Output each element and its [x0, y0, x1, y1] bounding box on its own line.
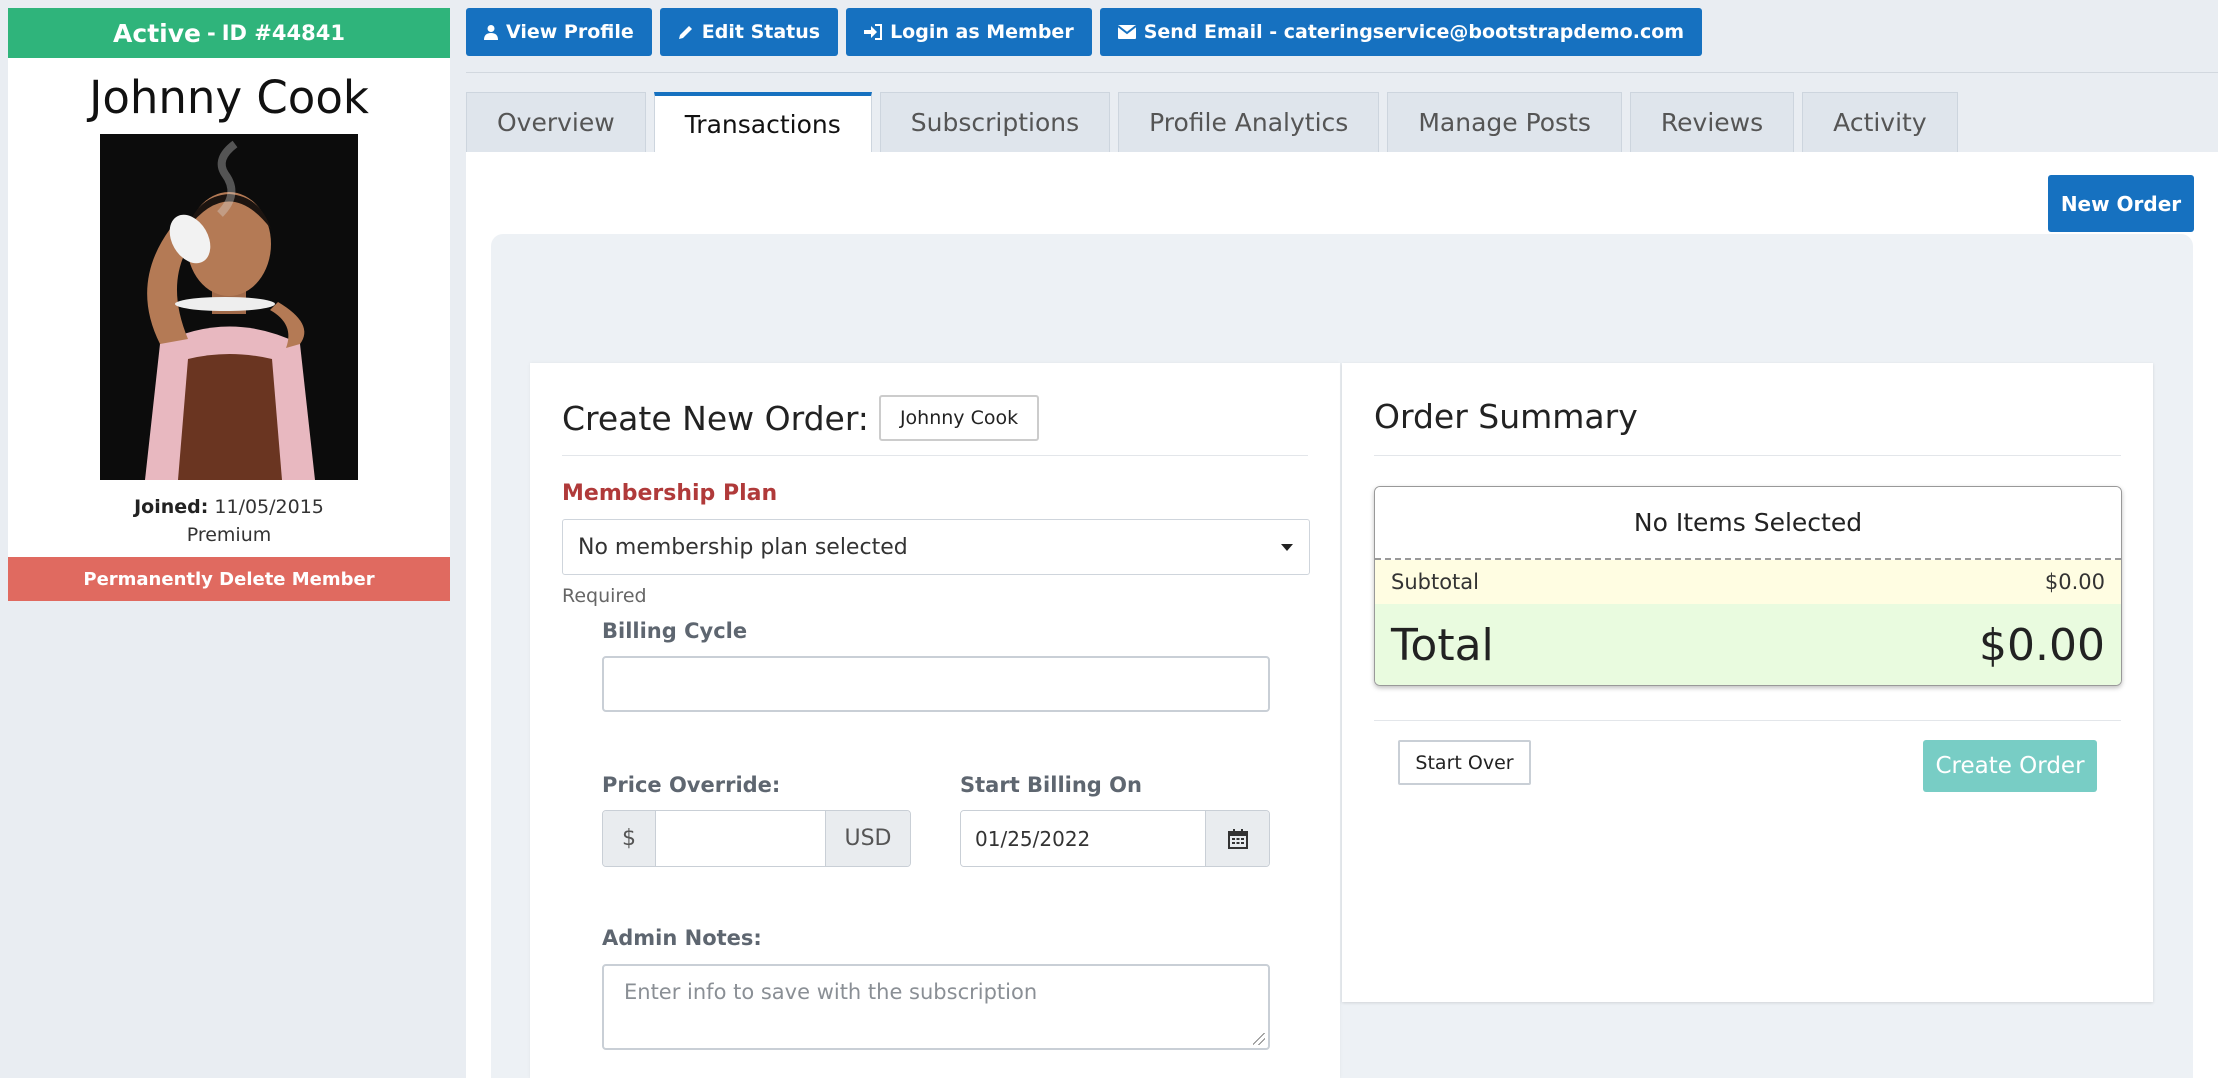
tab-manage-posts[interactable]: Manage Posts: [1387, 92, 1622, 152]
tab-subscriptions[interactable]: Subscriptions: [879, 92, 1111, 152]
view-profile-button[interactable]: View Profile: [466, 8, 652, 56]
member-sidebar: Active - ID #44841 Johnny Cook Joined: 1…: [8, 8, 450, 601]
price-override-group: $ USD: [602, 810, 911, 867]
billing-cycle-input[interactable]: [602, 656, 1270, 712]
admin-notes-textarea[interactable]: Enter info to save with the subscription: [602, 964, 1270, 1050]
calendar-icon[interactable]: [1206, 811, 1269, 866]
edit-status-button[interactable]: Edit Status: [659, 8, 839, 56]
total-label: Total: [1391, 620, 1494, 671]
divider: [466, 72, 2218, 73]
currency-symbol: $: [603, 811, 655, 866]
start-billing-label: Start Billing On: [960, 773, 1142, 797]
admin-notes-label: Admin Notes:: [602, 926, 762, 950]
required-note: Required: [562, 585, 647, 607]
divider: [1374, 720, 2121, 721]
tab-activity[interactable]: Activity: [1802, 92, 1958, 152]
total-value: $0.00: [1979, 620, 2105, 671]
envelope-icon: [1117, 25, 1136, 39]
member-plan-level: Premium: [186, 524, 272, 546]
start-billing-group: 01/25/2022: [960, 810, 1270, 867]
membership-plan-label: Membership Plan: [562, 481, 778, 506]
order-summary-title: Order Summary: [1374, 397, 1638, 436]
resize-grip-icon[interactable]: [1253, 1033, 1265, 1045]
start-over-button[interactable]: Start Over: [1398, 740, 1531, 785]
subtotal-row: Subtotal $0.00: [1375, 560, 2121, 604]
tab-reviews[interactable]: Reviews: [1629, 92, 1795, 152]
start-billing-input[interactable]: 01/25/2022: [961, 811, 1206, 866]
divider: [1374, 455, 2121, 456]
order-summary-box: No Items Selected Subtotal $0.00 Total $…: [1374, 486, 2122, 686]
create-order-button[interactable]: Create Order: [1923, 740, 2097, 792]
divider: [562, 455, 1308, 456]
delete-member-button[interactable]: Permanently Delete Member: [8, 557, 450, 601]
subtotal-label: Subtotal: [1391, 570, 1479, 594]
currency-code: USD: [826, 811, 910, 866]
status-bar: Active - ID #44841: [8, 8, 450, 58]
price-override-label: Price Override:: [602, 773, 781, 797]
member-id: ID #44841: [221, 21, 345, 45]
tab-profile-analytics[interactable]: Profile Analytics: [1118, 92, 1380, 152]
joined-info: Joined: 11/05/2015: [8, 496, 450, 518]
membership-plan-select[interactable]: No membership plan selected: [562, 519, 1310, 575]
login-as-member-button[interactable]: Login as Member: [846, 8, 1092, 56]
price-override-input[interactable]: [655, 811, 826, 866]
admin-notes-placeholder: Enter info to save with the subscription: [624, 980, 1038, 1004]
caret-down-icon: [1281, 544, 1293, 551]
profile-tabs: Overview Transactions Subscriptions Prof…: [466, 92, 1958, 152]
member-photo: [100, 134, 358, 480]
new-order-button[interactable]: New Order: [2048, 175, 2194, 232]
user-icon: [484, 24, 498, 40]
no-items-message: No Items Selected: [1375, 487, 2121, 560]
status-label: Active: [113, 18, 201, 48]
order-summary-card: Order Summary No Items Selected Subtotal…: [1342, 363, 2153, 1002]
sign-in-icon: [864, 24, 883, 40]
subtotal-value: $0.00: [2044, 570, 2105, 594]
member-photo-image: [100, 134, 358, 480]
send-email-button[interactable]: Send Email - cateringservice@bootstrapde…: [1099, 8, 1703, 56]
billing-cycle-label: Billing Cycle: [602, 619, 748, 643]
member-name: Johnny Cook: [89, 71, 369, 124]
joined-label: Joined:: [134, 496, 209, 518]
member-chip[interactable]: Johnny Cook: [878, 395, 1040, 441]
tab-overview[interactable]: Overview: [466, 92, 646, 152]
total-row: Total $0.00: [1375, 604, 2121, 685]
member-actions: View Profile Edit Status Login as Member…: [466, 8, 1703, 56]
tab-transactions[interactable]: Transactions: [653, 92, 872, 152]
create-order-card: Create New Order: Johnny Cook Membership…: [530, 363, 1340, 1078]
pencil-icon: [678, 24, 694, 40]
joined-date: 11/05/2015: [214, 496, 324, 518]
create-order-title: Create New Order: Johnny Cook: [562, 395, 1040, 441]
